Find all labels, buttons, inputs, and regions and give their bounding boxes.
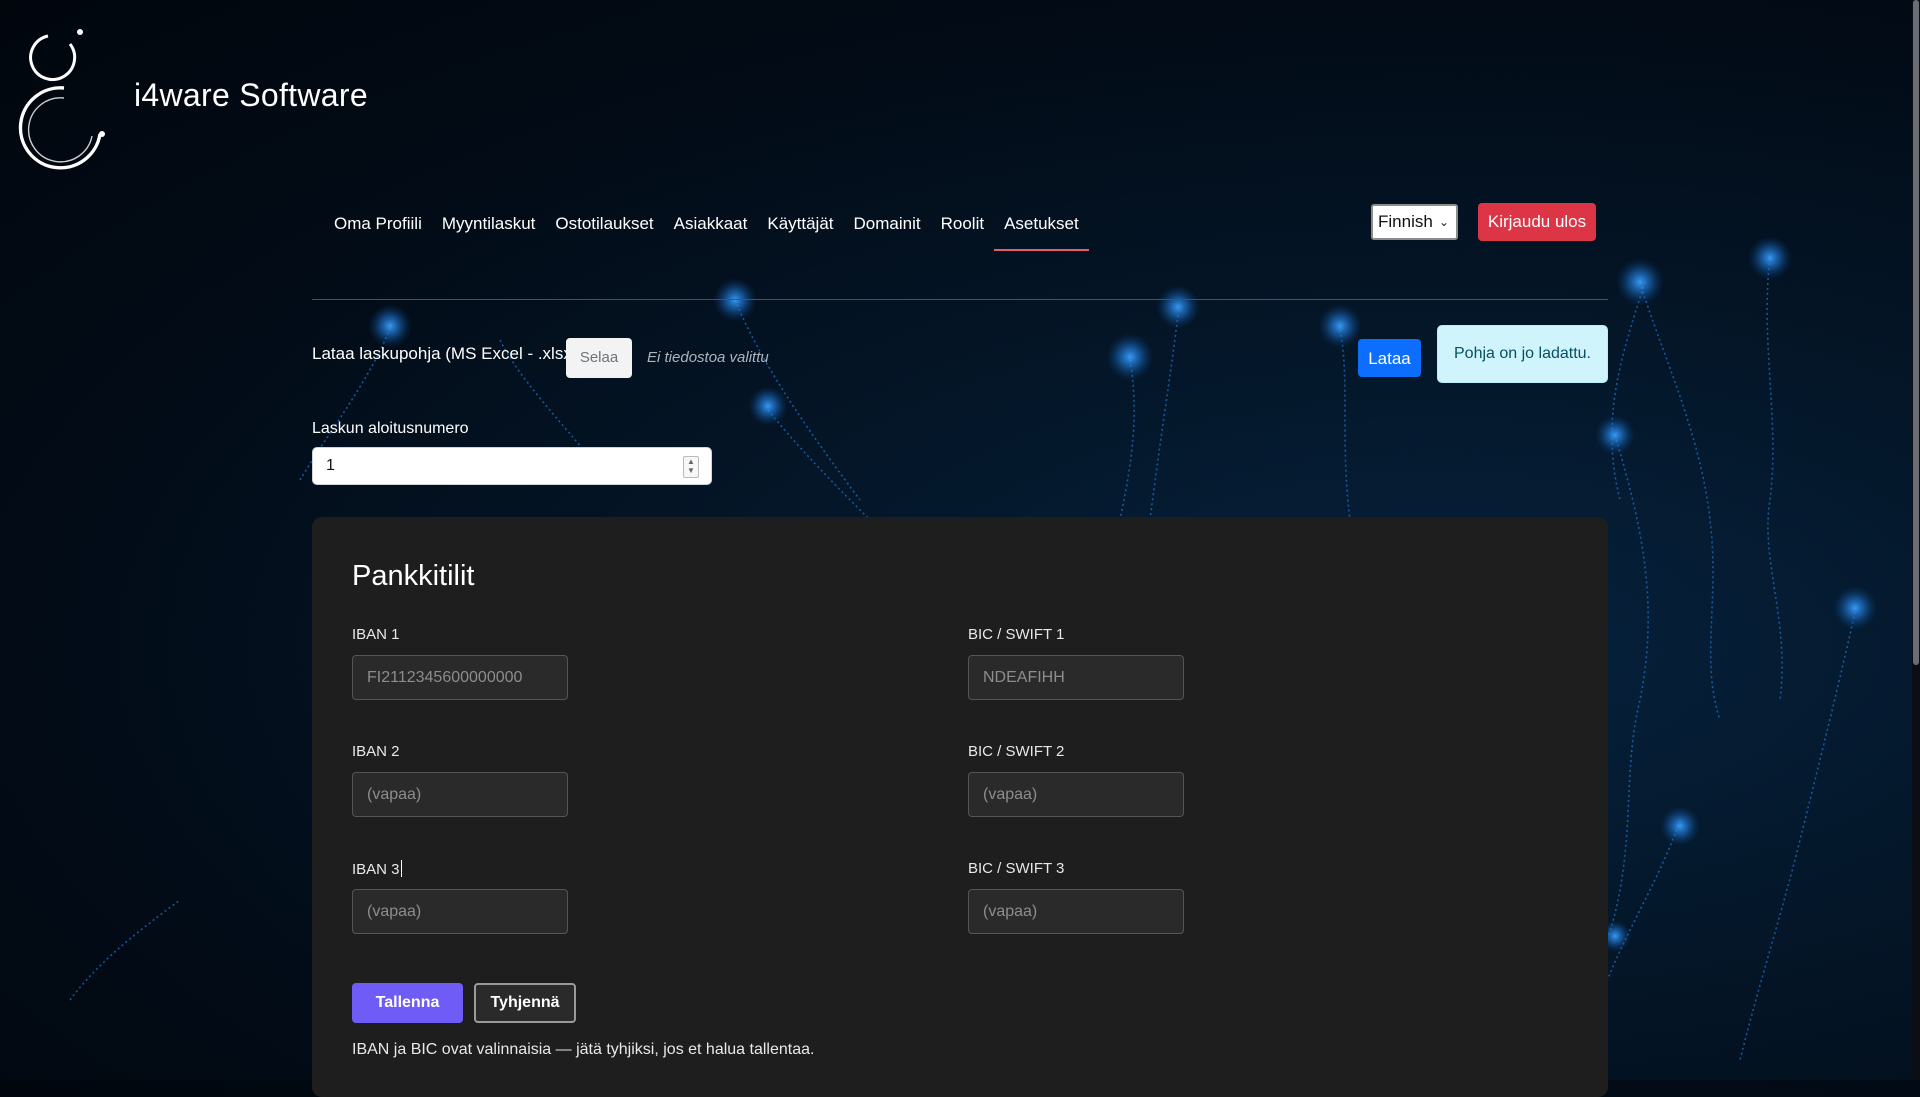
- bic2-input[interactable]: (vapaa): [968, 772, 1184, 817]
- language-select[interactable]: Finnish ⌄: [1371, 204, 1458, 240]
- nav-item-kayttajat[interactable]: Käyttäjät: [757, 205, 843, 245]
- brand-title: i4ware Software: [134, 77, 368, 113]
- iban1-input[interactable]: FI2112345600000000: [352, 655, 568, 700]
- header-divider: [312, 299, 1608, 300]
- iban1-label: IBAN 1: [352, 626, 400, 643]
- scrollbar-thumb[interactable]: [1913, 0, 1919, 665]
- logout-button[interactable]: Kirjaudu ulos: [1478, 203, 1596, 241]
- bank-hint-text: IBAN ja BIC ovat valinnaisia — jätä tyhj…: [352, 1041, 815, 1058]
- bank-accounts-title: Pankkitilit: [352, 560, 475, 592]
- iban3-input[interactable]: (vapaa): [352, 889, 568, 934]
- bic3-placeholder: (vapaa): [983, 903, 1038, 920]
- clear-button[interactable]: Tyhjennä: [474, 983, 576, 1023]
- invoice-start-number-label: Laskun aloitusnumero: [312, 420, 469, 437]
- bic2-placeholder: (vapaa): [983, 786, 1038, 803]
- language-select-value: Finnish: [1378, 212, 1433, 231]
- iban3-placeholder: (vapaa): [367, 903, 422, 920]
- upload-button[interactable]: Lataa: [1358, 339, 1421, 377]
- main-nav: Oma Profiili Myyntilaskut Ostotilaukset …: [324, 205, 1089, 251]
- nav-item-oma-profiili[interactable]: Oma Profiili: [324, 205, 432, 245]
- no-file-selected-text: Ei tiedostoa valittu: [647, 349, 769, 366]
- iban2-label: IBAN 2: [352, 743, 400, 760]
- bic1-label: BIC / SWIFT 1: [968, 626, 1065, 643]
- template-upload-label: Lataa laskupohja (MS Excel - .xlsx): [312, 344, 578, 363]
- iban3-label: IBAN 3: [352, 860, 402, 878]
- nav-item-ostotilaukset[interactable]: Ostotilaukset: [545, 205, 663, 245]
- iban3-label-text: IBAN 3: [352, 861, 400, 878]
- invoice-start-number-value: 1: [326, 457, 335, 474]
- text-cursor: [400, 860, 402, 877]
- bank-accounts-card: Pankkitilit IBAN 1 FI2112345600000000 BI…: [312, 517, 1608, 1097]
- invoice-start-number-input[interactable]: 1 ▲ ▼: [312, 447, 712, 485]
- save-button[interactable]: Tallenna: [352, 983, 463, 1023]
- bic3-label: BIC / SWIFT 3: [968, 860, 1065, 877]
- nav-item-asetukset[interactable]: Asetukset: [994, 205, 1089, 251]
- i4ware-logo-icon: [18, 29, 105, 170]
- browse-file-button[interactable]: Selaa: [566, 338, 632, 378]
- number-spinner-icon[interactable]: ▲ ▼: [683, 456, 699, 478]
- bic1-value: NDEAFIHH: [983, 669, 1065, 686]
- iban1-value: FI2112345600000000: [367, 669, 523, 686]
- bic2-label: BIC / SWIFT 2: [968, 743, 1065, 760]
- nav-item-roolit[interactable]: Roolit: [931, 205, 994, 245]
- nav-item-domainit[interactable]: Domainit: [844, 205, 931, 245]
- iban2-input[interactable]: (vapaa): [352, 772, 568, 817]
- nav-item-myyntilaskut[interactable]: Myyntilaskut: [432, 205, 546, 245]
- chevron-down-icon: ⌄: [1438, 215, 1449, 229]
- bic1-input[interactable]: NDEAFIHH: [968, 655, 1184, 700]
- iban2-placeholder: (vapaa): [367, 786, 422, 803]
- bic3-input[interactable]: (vapaa): [968, 889, 1184, 934]
- template-uploaded-alert: Pohja on jo ladattu.: [1437, 325, 1608, 383]
- nav-item-asiakkaat[interactable]: Asiakkaat: [664, 205, 758, 245]
